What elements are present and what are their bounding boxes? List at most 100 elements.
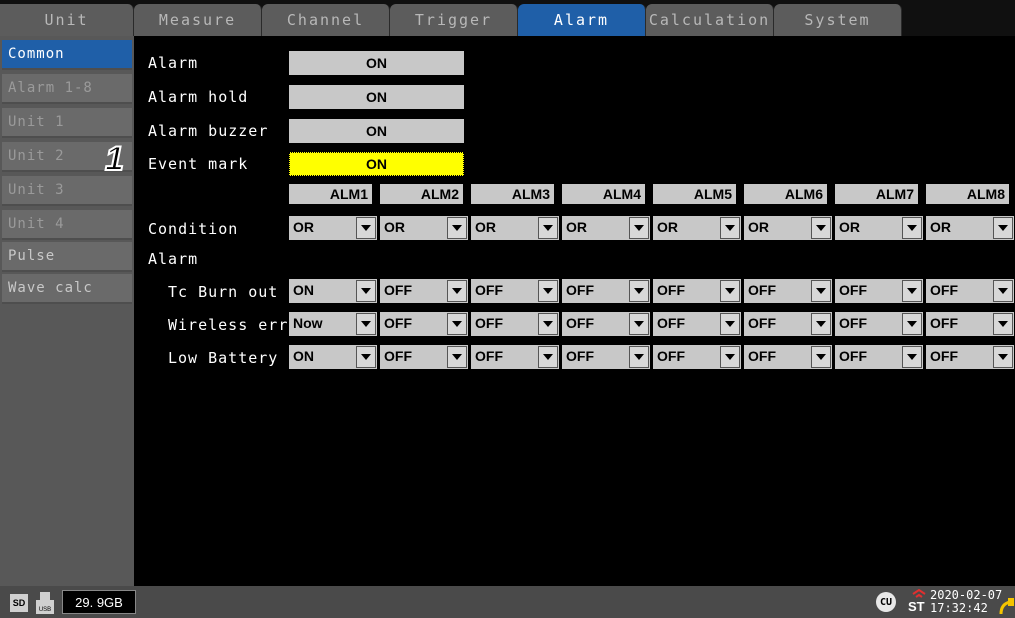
- wireless-err-select-alm8[interactable]: OFF: [926, 312, 1014, 336]
- chevron-down-icon[interactable]: [811, 346, 831, 368]
- wireless-err-select-alm5[interactable]: OFF: [653, 312, 741, 336]
- event-mark-toggle[interactable]: ON: [289, 152, 464, 176]
- sidebar-item-common[interactable]: Common: [2, 40, 132, 70]
- select-value: OFF: [566, 315, 594, 331]
- chevron-down-icon[interactable]: [720, 217, 740, 239]
- alarm-buzzer-toggle[interactable]: ON: [289, 119, 464, 143]
- sidebar-item-alarm-1-8[interactable]: Alarm 1-8: [2, 74, 132, 104]
- screen: Unit Measure Channel Trigger Alarm Calcu…: [0, 0, 1015, 618]
- tc-burn-out-select-alm5[interactable]: OFF: [653, 279, 741, 303]
- chevron-down-icon[interactable]: [902, 346, 922, 368]
- select-value: OFF: [930, 315, 958, 331]
- tab-channel[interactable]: Channel: [262, 4, 390, 36]
- chevron-down-icon[interactable]: [902, 313, 922, 335]
- low-battery-select-alm7[interactable]: OFF: [835, 345, 923, 369]
- chevron-down-icon[interactable]: [538, 346, 558, 368]
- chevron-down-icon[interactable]: [629, 313, 649, 335]
- wireless-err-select-alm3[interactable]: OFF: [471, 312, 559, 336]
- chevron-down-icon[interactable]: [356, 217, 376, 239]
- chevron-down-icon[interactable]: [447, 217, 467, 239]
- condition-select-alm1[interactable]: OR: [289, 216, 377, 240]
- chevron-down-icon[interactable]: [629, 217, 649, 239]
- condition-select-alm2[interactable]: OR: [380, 216, 468, 240]
- time-display: 17:32:42: [930, 601, 988, 615]
- tab-measure[interactable]: Measure: [134, 4, 262, 36]
- chevron-down-icon[interactable]: [356, 313, 376, 335]
- chevron-down-icon[interactable]: [902, 217, 922, 239]
- power-plug-icon: [999, 598, 1014, 615]
- low-battery-select-alm5[interactable]: OFF: [653, 345, 741, 369]
- tab-unit[interactable]: Unit: [0, 4, 134, 36]
- tc-burn-out-select-alm1[interactable]: ON: [289, 279, 377, 303]
- condition-select-alm6[interactable]: OR: [744, 216, 832, 240]
- column-header-alm1: ALM1: [289, 184, 372, 204]
- sidebar-item-unit-4[interactable]: Unit 4: [2, 210, 132, 240]
- select-value: OR: [657, 219, 678, 235]
- low-battery-select-alm8[interactable]: OFF: [926, 345, 1014, 369]
- select-value: OR: [930, 219, 951, 235]
- chevron-down-icon[interactable]: [538, 280, 558, 302]
- tab-trigger[interactable]: Trigger: [390, 4, 518, 36]
- select-value: OFF: [930, 282, 958, 298]
- tab-calculation[interactable]: Calculation: [646, 4, 774, 36]
- condition-select-alm4[interactable]: OR: [562, 216, 650, 240]
- tab-bar: Unit Measure Channel Trigger Alarm Calcu…: [0, 0, 1015, 36]
- chevron-down-icon[interactable]: [720, 346, 740, 368]
- tab-system[interactable]: System: [774, 4, 902, 36]
- alarm-hold-toggle[interactable]: ON: [289, 85, 464, 109]
- wireless-err-select-alm6[interactable]: OFF: [744, 312, 832, 336]
- chevron-down-icon[interactable]: [902, 280, 922, 302]
- select-value: OR: [566, 219, 587, 235]
- tc-burn-out-select-alm6[interactable]: OFF: [744, 279, 832, 303]
- tc-burn-out-select-alm8[interactable]: OFF: [926, 279, 1014, 303]
- chevron-down-icon[interactable]: [629, 280, 649, 302]
- wireless-err-select-alm7[interactable]: OFF: [835, 312, 923, 336]
- chevron-down-icon[interactable]: [447, 313, 467, 335]
- low-battery-select-alm3[interactable]: OFF: [471, 345, 559, 369]
- sidebar-item-pulse[interactable]: Pulse: [2, 242, 132, 272]
- tc-burn-out-select-alm3[interactable]: OFF: [471, 279, 559, 303]
- wireless-err-select-alm1[interactable]: Now: [289, 312, 377, 336]
- condition-select-alm7[interactable]: OR: [835, 216, 923, 240]
- chevron-down-icon[interactable]: [447, 280, 467, 302]
- tab-alarm[interactable]: Alarm: [518, 4, 646, 36]
- condition-select-alm8[interactable]: OR: [926, 216, 1014, 240]
- chevron-down-icon[interactable]: [447, 346, 467, 368]
- sidebar-item-wave-calc[interactable]: Wave calc: [2, 274, 132, 304]
- chevron-down-icon[interactable]: [720, 280, 740, 302]
- condition-select-alm3[interactable]: OR: [471, 216, 559, 240]
- low-battery-select-alm1[interactable]: ON: [289, 345, 377, 369]
- chevron-down-icon[interactable]: [993, 346, 1013, 368]
- sidebar-item-unit-3[interactable]: Unit 3: [2, 176, 132, 206]
- select-value: OFF: [657, 282, 685, 298]
- tc-burn-out-select-alm2[interactable]: OFF: [380, 279, 468, 303]
- chevron-down-icon[interactable]: [811, 313, 831, 335]
- wireless-err-select-alm4[interactable]: OFF: [562, 312, 650, 336]
- status-bar: SD USB 29. 9GB CU ST 2020-02-07 17:32:42: [0, 586, 1015, 618]
- sidebar-item-unit-1[interactable]: Unit 1: [2, 108, 132, 138]
- chevron-down-icon[interactable]: [356, 280, 376, 302]
- chevron-down-icon[interactable]: [811, 217, 831, 239]
- storage-capacity: 29. 9GB: [62, 590, 136, 614]
- wireless-err-select-alm2[interactable]: OFF: [380, 312, 468, 336]
- chevron-down-icon[interactable]: [538, 313, 558, 335]
- wireless-err-label: Wireless err: [168, 316, 289, 334]
- condition-select-alm5[interactable]: OR: [653, 216, 741, 240]
- tc-burn-out-select-alm4[interactable]: OFF: [562, 279, 650, 303]
- column-header-alm4: ALM4: [562, 184, 645, 204]
- chevron-down-icon[interactable]: [811, 280, 831, 302]
- chevron-down-icon[interactable]: [720, 313, 740, 335]
- cu-icon: CU: [876, 592, 896, 612]
- alarm-toggle[interactable]: ON: [289, 51, 464, 75]
- low-battery-select-alm2[interactable]: OFF: [380, 345, 468, 369]
- low-battery-select-alm4[interactable]: OFF: [562, 345, 650, 369]
- chevron-down-icon[interactable]: [538, 217, 558, 239]
- chevron-down-icon[interactable]: [993, 313, 1013, 335]
- low-battery-select-alm6[interactable]: OFF: [744, 345, 832, 369]
- tc-burn-out-select-alm7[interactable]: OFF: [835, 279, 923, 303]
- select-value: OR: [384, 219, 405, 235]
- chevron-down-icon[interactable]: [629, 346, 649, 368]
- chevron-down-icon[interactable]: [993, 217, 1013, 239]
- chevron-down-icon[interactable]: [993, 280, 1013, 302]
- chevron-down-icon[interactable]: [356, 346, 376, 368]
